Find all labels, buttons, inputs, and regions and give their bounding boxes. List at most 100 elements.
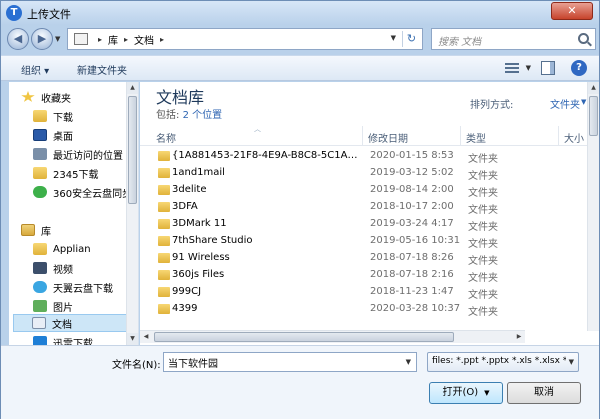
column-size[interactable]: 大小 [564, 130, 584, 145]
scrollbar-thumb[interactable] [128, 96, 137, 204]
chevron-down-icon[interactable]: ▼ [569, 358, 574, 366]
scroll-up-icon[interactable]: ▲ [588, 82, 599, 94]
address-dropdown-icon[interactable]: ▼ [391, 34, 396, 42]
sidebar-item-recent-places[interactable]: 最近访问的位置 [33, 145, 138, 163]
file-type: 文件夹 [468, 256, 498, 267]
folder-icon [158, 185, 170, 195]
desktop-icon [33, 129, 47, 141]
chevron-down-icon[interactable]: ▼ [484, 389, 489, 397]
library-includes: 包括: 2 个位置 [156, 106, 222, 121]
scroll-up-icon[interactable]: ▲ [127, 82, 138, 94]
chevron-down-icon[interactable]: ▼ [406, 358, 411, 366]
sidebar-item-documents[interactable]: 文档 [13, 314, 133, 332]
folder-icon [158, 219, 170, 229]
file-name: 3DFA [172, 201, 198, 212]
file-row[interactable]: 3DMark 11 2019-03-24 4:17 文件夹 [140, 216, 599, 233]
sidebar-item-thunder-download[interactable]: 迅雷下载 [33, 333, 138, 345]
sidebar-item-label: 收藏夹 [41, 93, 71, 105]
file-row[interactable]: 3delite 2019-08-14 2:00 文件夹 [140, 182, 599, 199]
file-row[interactable]: 3DFA 2018-10-17 2:00 文件夹 [140, 199, 599, 216]
sidebar-item-favorites[interactable]: 收藏夹 [21, 88, 138, 106]
new-folder-button[interactable]: 新建文件夹 [77, 62, 127, 77]
file-type: 文件夹 [468, 154, 498, 165]
column-name[interactable]: 名称 [156, 130, 176, 145]
sidebar-item-applian[interactable]: Applian [33, 240, 138, 258]
file-name: 3delite [172, 184, 207, 195]
close-button[interactable]: ✕ [551, 2, 593, 20]
sidebar-item-downloads[interactable]: 下载 [33, 107, 138, 125]
file-row[interactable]: 999CJ 2018-11-23 1:47 文件夹 [140, 284, 599, 301]
chevron-down-icon[interactable]: ▼ [581, 98, 586, 106]
file-list-scrollbar[interactable]: ▲ [587, 82, 599, 331]
column-type[interactable]: 类型 [466, 130, 486, 145]
filename-combobox[interactable]: ▼ [163, 352, 417, 372]
back-button[interactable]: ◀ [7, 28, 29, 50]
recent-locations-dropdown-icon[interactable]: ▼ [55, 35, 60, 43]
file-name: 7thShare Studio [172, 235, 253, 246]
sidebar-item-videos[interactable]: 视频 [33, 259, 138, 277]
horizontal-scrollbar[interactable]: ◀ ▶ [140, 330, 525, 343]
forward-arrow-icon: ▶ [37, 32, 47, 45]
sidebar-item-pictures[interactable]: 图片 [33, 297, 138, 315]
file-dialog: T 上传文件 ✕ ◀ ▶ ▼ ▸ 库 ▸ 文档 ▸ ▼ ↻ 搜索 文档 组织 ▾… [0, 0, 600, 419]
file-date: 2019-08-14 2:00 [370, 184, 454, 195]
scroll-down-icon[interactable]: ▼ [127, 333, 138, 345]
column-divider[interactable] [460, 126, 461, 146]
address-row: ◀ ▶ ▼ ▸ 库 ▸ 文档 ▸ ▼ ↻ 搜索 文档 [1, 25, 599, 53]
recent-places-icon [33, 148, 47, 160]
scrollbar-thumb[interactable] [154, 332, 454, 342]
sidebar-item-desktop[interactable]: 桌面 [33, 126, 138, 144]
sidebar-item-label: 下载 [53, 112, 73, 124]
file-row[interactable]: {1A881453-21F8-4E9A-B8C8-5C1A19... 2020-0… [140, 148, 599, 165]
cancel-button[interactable]: 取消 [507, 382, 581, 404]
chevron-right-icon[interactable]: ▸ [160, 35, 164, 44]
sidebar-item-label: 图片 [53, 302, 73, 314]
search-box[interactable]: 搜索 文档 [431, 28, 596, 50]
column-divider[interactable] [362, 126, 363, 146]
column-divider[interactable] [558, 126, 559, 146]
arrange-by-dropdown[interactable]: 文件夹 [550, 96, 580, 111]
file-row[interactable]: 4399 2020-03-28 10:37 文件夹 [140, 301, 599, 318]
scroll-right-icon[interactable]: ▶ [513, 331, 525, 343]
folder-icon [33, 243, 47, 255]
sidebar-item-libraries[interactable]: 库 [21, 221, 138, 239]
locations-link[interactable]: 2 个位置 [183, 110, 223, 121]
file-row[interactable]: 91 Wireless 2018-07-18 8:26 文件夹 [140, 250, 599, 267]
forward-button[interactable]: ▶ [31, 28, 53, 50]
file-date: 2018-07-18 2:16 [370, 269, 454, 280]
chevron-right-icon[interactable]: ▸ [124, 35, 128, 44]
sidebar-item-tianyi-cloud[interactable]: 天翼云盘下载 [33, 278, 138, 296]
help-icon[interactable]: ? [571, 60, 587, 76]
sidebar-item-label: Applian [53, 243, 91, 255]
search-placeholder[interactable]: 搜索 文档 [438, 33, 481, 48]
change-view-icon[interactable] [505, 61, 519, 75]
preview-pane-icon[interactable] [541, 61, 555, 75]
app-icon: T [6, 5, 22, 21]
search-icon[interactable] [578, 33, 589, 44]
library-icon [21, 224, 35, 236]
scrollbar-thumb[interactable] [589, 96, 598, 136]
sidebar-item-360-cloud-sync[interactable]: 360安全云盘同步 [33, 183, 138, 201]
organize-button[interactable]: 组织 ▾ [21, 62, 49, 77]
open-button[interactable]: 打开(O) ▼ [429, 382, 503, 404]
filename-input[interactable] [164, 353, 394, 371]
toolbar: 组织 ▾ 新建文件夹 ▼ ? [1, 55, 599, 81]
chevron-right-icon[interactable]: ▸ [98, 35, 102, 44]
file-row[interactable]: 360js Files 2018-07-18 2:16 文件夹 [140, 267, 599, 284]
breadcrumb-library[interactable]: 库 [108, 32, 118, 47]
address-bar[interactable]: ▸ 库 ▸ 文档 ▸ ▼ ↻ [67, 28, 423, 50]
navigation-scrollbar[interactable]: ▲ ▼ [126, 82, 138, 345]
sidebar-item-label: 最近访问的位置 [53, 150, 123, 162]
scroll-left-icon[interactable]: ◀ [140, 331, 152, 343]
view-dropdown-icon[interactable]: ▼ [526, 64, 531, 72]
breadcrumb-documents[interactable]: 文档 [134, 32, 154, 47]
column-date[interactable]: 修改日期 [368, 130, 408, 145]
file-row[interactable]: 7thShare Studio 2019-05-16 10:31 文件夹 [140, 233, 599, 250]
refresh-icon[interactable]: ↻ [402, 31, 420, 47]
file-date: 2019-05-16 10:31 [370, 235, 461, 246]
sidebar-item-2345-download[interactable]: 2345下载 [33, 164, 138, 182]
file-type-filter[interactable]: files: *.ppt *.pptx *.xls *.xlsx * ▼ [427, 352, 579, 372]
file-row[interactable]: 1and1mail 2019-03-12 5:02 文件夹 [140, 165, 599, 182]
title-bar[interactable]: T 上传文件 ✕ [1, 1, 599, 25]
file-type: 文件夹 [468, 171, 498, 182]
